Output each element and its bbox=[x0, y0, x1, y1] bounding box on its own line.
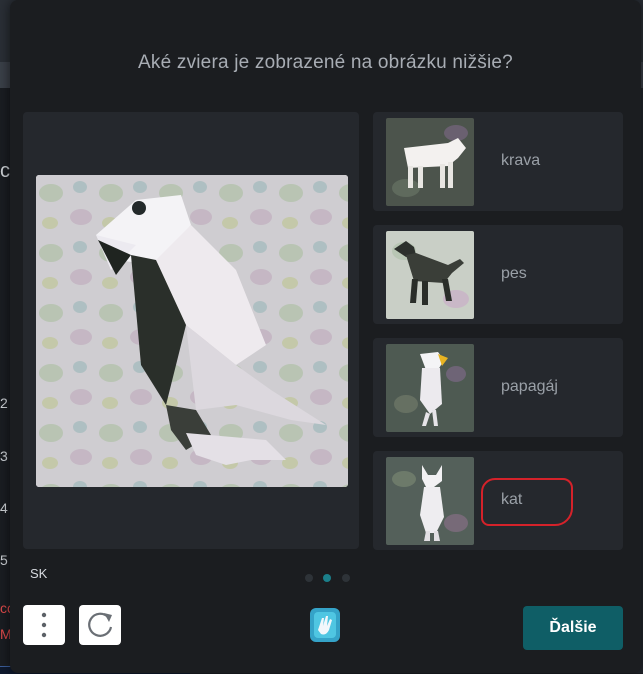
reload-button[interactable] bbox=[79, 605, 121, 645]
option-label: papagáj bbox=[501, 378, 558, 395]
background-text-fragment: 3 bbox=[0, 448, 8, 464]
background-text-fragment: 2 bbox=[0, 395, 8, 411]
main-image-panel bbox=[23, 112, 359, 549]
pagination-dots bbox=[302, 569, 353, 587]
refresh-icon bbox=[88, 612, 113, 637]
option-cow[interactable]: krava bbox=[373, 112, 623, 211]
option-label: krava bbox=[501, 152, 541, 169]
next-button[interactable]: Ďalšie bbox=[523, 606, 623, 650]
language-label: SK bbox=[30, 566, 48, 581]
pagination-dot-active[interactable] bbox=[323, 574, 332, 582]
dog-image bbox=[386, 231, 474, 319]
option-parrot[interactable]: papagáj bbox=[373, 338, 623, 437]
background-text-fragment: 4 bbox=[0, 500, 8, 516]
option-cat[interactable]: kat bbox=[373, 451, 623, 550]
kebab-menu-icon bbox=[41, 612, 47, 638]
cat-image bbox=[386, 457, 474, 545]
option-dog[interactable]: pes bbox=[373, 225, 623, 324]
selection-annotation bbox=[481, 478, 573, 526]
hcaptcha-logo-icon bbox=[304, 606, 346, 644]
background-text-fragment: 5 bbox=[0, 552, 8, 568]
cow-image bbox=[386, 118, 474, 206]
option-label: pes bbox=[501, 265, 527, 282]
parrot-image bbox=[36, 175, 348, 487]
parrot-image bbox=[386, 344, 474, 432]
captcha-modal: Aké zviera je zobrazené na obrázku nižši… bbox=[10, 0, 641, 673]
pagination-dot[interactable] bbox=[341, 574, 350, 582]
captcha-question: Aké zviera je zobrazené na obrázku nižši… bbox=[138, 52, 513, 73]
menu-button[interactable] bbox=[23, 605, 65, 645]
pagination-dot[interactable] bbox=[305, 574, 313, 582]
